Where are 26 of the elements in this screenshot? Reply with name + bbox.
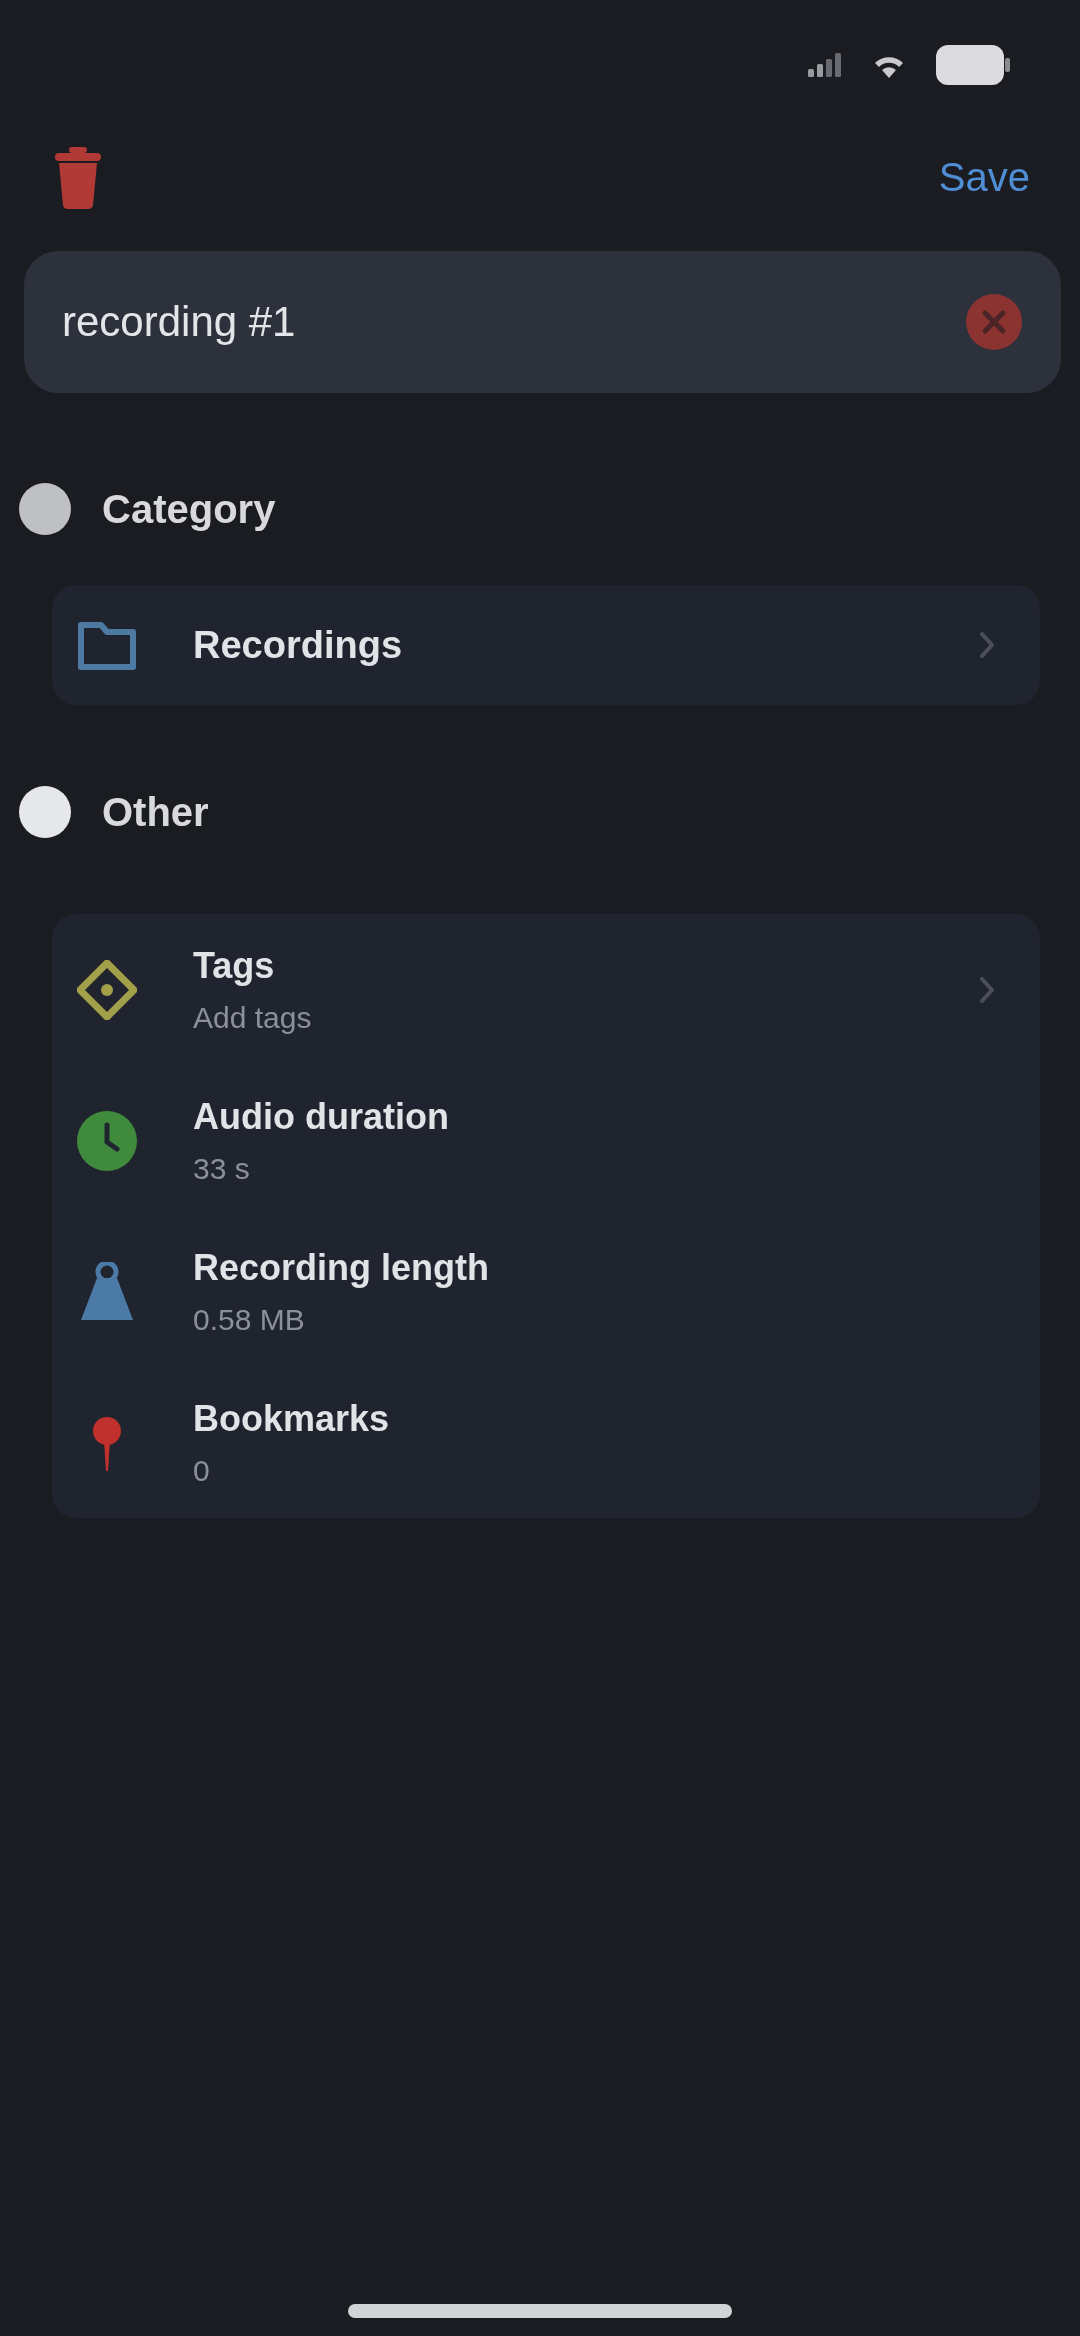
signal-icon <box>808 53 842 77</box>
row-label: Recording length <box>193 1246 490 1289</box>
delete-button[interactable] <box>55 146 101 209</box>
row-value: Add tags <box>193 1000 313 1035</box>
row-label: Tags <box>193 944 276 987</box>
list-row[interactable]: Tags Add tags <box>52 914 1040 1065</box>
trash-icon <box>55 146 101 209</box>
circle-icon <box>19 786 71 838</box>
row-value: 0 <box>193 1453 211 1488</box>
row-value: 33 s <box>193 1151 251 1186</box>
save-button[interactable]: Save <box>938 155 1030 200</box>
list-row[interactable]: Recording length 0.58 MB <box>52 1216 1040 1367</box>
row-value: 0.58 MB <box>193 1302 306 1337</box>
circle-icon <box>19 483 71 535</box>
battery-icon <box>936 45 1010 85</box>
clear-icon <box>966 294 1022 350</box>
section-title: Other <box>102 789 209 835</box>
row-label: Bookmarks <box>193 1397 391 1440</box>
list-row[interactable]: Audio duration 33 s <box>52 1065 1040 1216</box>
title-field[interactable]: recording #1 <box>24 251 1061 393</box>
clear-button[interactable] <box>966 294 1022 350</box>
section-title: Category <box>102 486 276 532</box>
row-label: Audio duration <box>193 1095 450 1138</box>
list-row[interactable]: Recordings <box>52 585 1040 705</box>
list-row[interactable]: Bookmarks 0 <box>52 1367 1040 1518</box>
row-label: Recordings <box>193 623 404 667</box>
